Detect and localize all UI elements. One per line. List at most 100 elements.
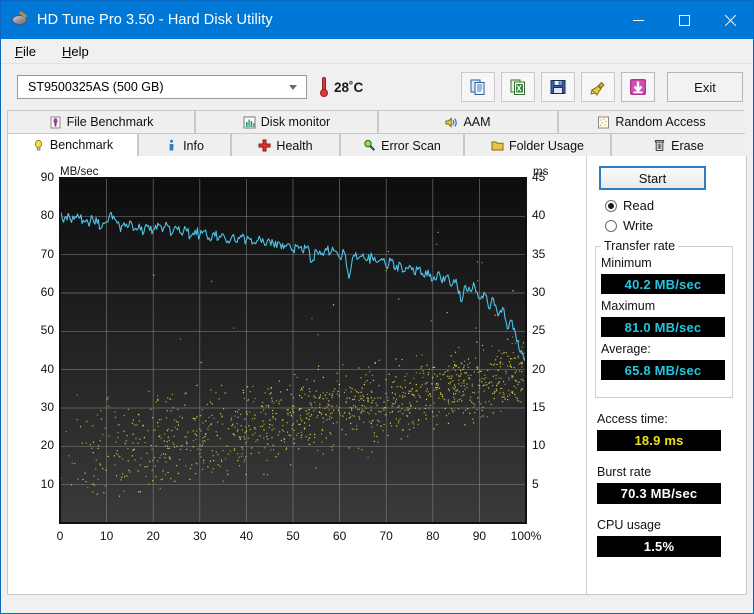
chart-tick: 20 — [40, 438, 54, 453]
menu-bar: File Help — [1, 39, 753, 64]
chart-canvas — [59, 177, 527, 524]
chart-tick: 60 — [40, 285, 54, 299]
tab-aam-label: AAM — [463, 115, 491, 129]
radio-read[interactable]: Read — [605, 198, 654, 213]
drive-select[interactable]: ST9500325AS (500 GB) — [17, 75, 307, 99]
tab-aam[interactable]: AAM — [378, 110, 558, 133]
chart-tick: 60 — [332, 529, 347, 543]
chart-tick: 30 — [40, 400, 54, 414]
tab-row-2: Benchmark Info Health Error Scan Folder … — [7, 133, 747, 157]
chart-tick: 40 — [40, 361, 54, 376]
window-controls — [615, 1, 753, 39]
floppy-save-icon — [550, 80, 566, 94]
magnifier-icon — [363, 139, 376, 152]
chart-tick: 10 — [40, 476, 54, 491]
chart-tick: 90 — [40, 170, 54, 184]
benchmark-bulb-icon — [32, 139, 45, 152]
chart-tick: 50 — [286, 529, 300, 543]
minimize-icon — [632, 19, 644, 21]
minimum-value: 40.2 MB/sec — [601, 274, 725, 294]
settings-brush-button[interactable] — [581, 72, 615, 102]
cpu-usage-value: 1.5% — [597, 536, 721, 557]
benchmark-panel: MB/sec ms 10 20 30 40 50 60 70 80 90 5 10 15 20 25 30 3… — [7, 156, 747, 595]
random-access-icon — [597, 116, 610, 129]
hdd-icon — [11, 10, 29, 29]
chart-tick: 80 — [426, 529, 440, 543]
tab-benchmark[interactable]: Benchmark — [7, 133, 138, 157]
excel-export-icon — [510, 79, 525, 95]
chart-tick: 70 — [40, 246, 54, 261]
results-pane: Start Read Write Transfer rate Minimum 4… — [586, 156, 746, 594]
trash-icon — [653, 139, 666, 152]
maximum-value: 81.0 MB/sec — [601, 317, 725, 337]
folder-icon — [491, 139, 504, 152]
tab-folder-usage[interactable]: Folder Usage — [464, 133, 611, 157]
tab-health-label: Health — [276, 138, 313, 153]
copy-to-clipboard-button[interactable] — [461, 72, 495, 102]
chart-tick: 15 — [532, 400, 546, 414]
title-bar: HD Tune Pro 3.50 - Hard Disk Utility — [1, 1, 753, 39]
thermometer-icon — [319, 77, 328, 97]
chart-tick: 10 — [532, 438, 546, 453]
menu-file-label: ile — [22, 43, 36, 59]
benchmark-chart: MB/sec ms 10 20 30 40 50 60 70 80 90 5 10 15 20 25 30 3… — [8, 156, 586, 593]
chart-tick: 50 — [40, 323, 54, 338]
chart-tick: 40 — [239, 529, 254, 543]
radio-write-label: Write — [623, 218, 654, 233]
radio-read-label: Read — [623, 198, 655, 213]
download-button[interactable] — [621, 72, 655, 102]
temperature-value: 28˚C — [334, 79, 364, 95]
info-icon — [165, 139, 178, 152]
brush-icon — [590, 81, 605, 96]
menu-file[interactable]: File — [11, 42, 48, 61]
tab-file-benchmark-label: File Benchmark — [66, 115, 154, 129]
transfer-rate-group-title: Transfer rate — [601, 239, 679, 253]
window-title: HD Tune Pro 3.50 - Hard Disk Utility — [37, 12, 273, 28]
minimize-button[interactable] — [615, 1, 661, 39]
tab-benchmark-label: Benchmark — [49, 138, 114, 152]
exit-button[interactable]: Exit — [667, 72, 743, 102]
radio-read-indicator — [605, 199, 617, 212]
radio-write-indicator — [605, 219, 617, 232]
chart-tick: 30 — [532, 285, 546, 299]
tab-disk-monitor-label: Disk monitor — [260, 115, 331, 129]
chart-tick: 35 — [532, 246, 546, 261]
burst-rate-value: 70.3 MB/sec — [597, 483, 721, 504]
toolbar: ST9500325AS (500 GB) 28˚C Exit — [1, 64, 753, 110]
disk-monitor-icon — [243, 116, 256, 129]
tab-health[interactable]: Health — [231, 133, 340, 157]
tab-file-benchmark[interactable]: File Benchmark — [7, 110, 195, 133]
download-arrow-icon — [630, 79, 646, 95]
menu-help-label: elp — [71, 43, 89, 59]
chart-tick: 20 — [146, 529, 160, 543]
access-time-value: 18.9 ms — [597, 430, 721, 451]
chart-tick: 25 — [532, 323, 546, 338]
copy-icon — [470, 79, 485, 95]
chart-tick: 20 — [532, 361, 546, 376]
radio-write[interactable]: Write — [605, 218, 653, 233]
health-cross-icon — [258, 139, 271, 152]
tab-error-scan-label: Error Scan — [381, 138, 441, 153]
tab-error-scan[interactable]: Error Scan — [340, 133, 464, 157]
maximize-button[interactable] — [661, 1, 707, 39]
tab-info[interactable]: Info — [138, 133, 231, 157]
tab-erase[interactable]: Erase — [611, 133, 745, 157]
cpu-usage-label: CPU usage — [597, 518, 661, 532]
export-excel-button[interactable] — [501, 72, 535, 102]
chart-pane: MB/sec ms 10 20 30 40 50 60 70 80 90 5 10 15 20 25 30 3… — [8, 156, 586, 594]
save-button[interactable] — [541, 72, 575, 102]
chart-tick: 40 — [532, 208, 546, 223]
temperature-indicator: 28˚C — [319, 77, 363, 97]
tab-info-label: Info — [183, 138, 204, 153]
tab-strip: File Benchmark Disk monitor AAM Random A… — [1, 110, 753, 157]
toolbar-buttons: Exit — [461, 72, 743, 102]
app-window: HD Tune Pro 3.50 - Hard Disk Utility Fil… — [0, 0, 754, 614]
close-button[interactable] — [707, 1, 753, 39]
chart-tick: 70 — [379, 529, 393, 543]
tab-random-access[interactable]: Random Access — [558, 110, 744, 133]
start-button[interactable]: Start — [599, 166, 706, 190]
tab-disk-monitor[interactable]: Disk monitor — [195, 110, 378, 133]
close-icon — [724, 14, 737, 27]
aam-speaker-icon — [445, 116, 458, 129]
menu-help[interactable]: Help — [58, 42, 101, 61]
